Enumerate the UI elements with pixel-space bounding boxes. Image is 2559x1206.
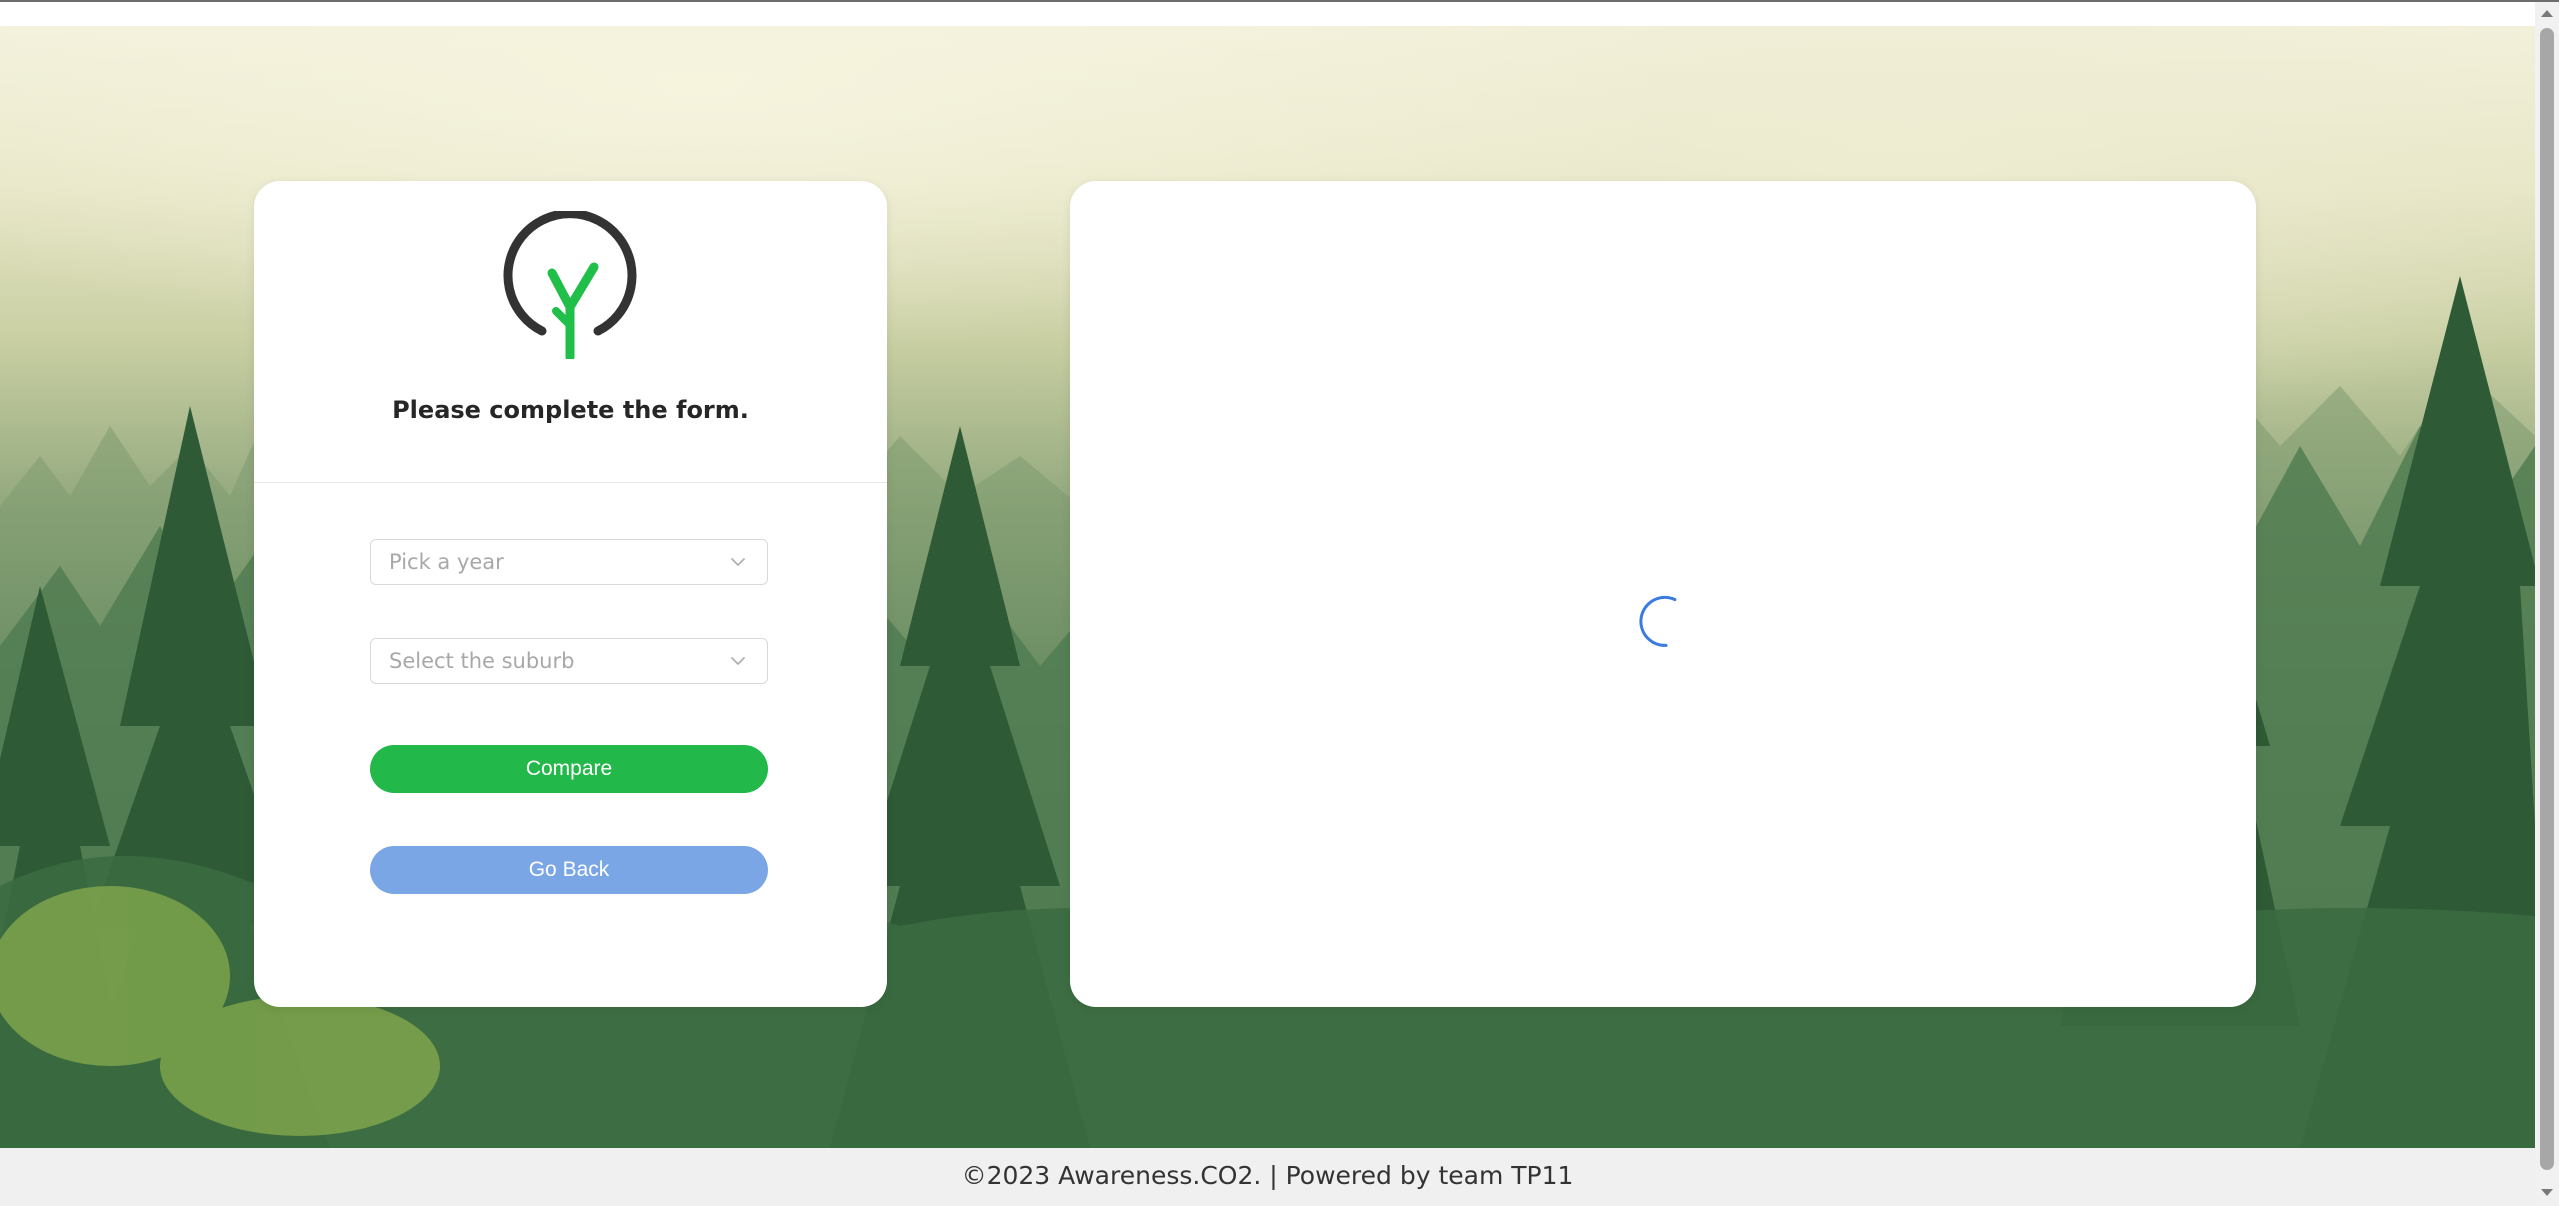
chevron-down-icon (731, 558, 745, 566)
footer-text: ©2023 Awareness.CO2. | Powered by team T… (961, 1161, 1574, 1190)
year-select-placeholder: Pick a year (389, 550, 504, 574)
page-viewport: Please complete the form. Pick a year Se… (0, 2, 2535, 1206)
compare-button[interactable]: Compare (370, 745, 768, 793)
year-select[interactable]: Pick a year (370, 539, 768, 585)
page-footer: ©2023 Awareness.CO2. | Powered by team T… (0, 1148, 2535, 1206)
loading-spinner-icon (1639, 595, 1677, 647)
go-back-button[interactable]: Go Back (370, 846, 768, 894)
form-title: Please complete the form. (392, 396, 749, 424)
suburb-select-placeholder: Select the suburb (389, 649, 575, 673)
suburb-select[interactable]: Select the suburb (370, 638, 768, 684)
vertical-scrollbar[interactable] (2535, 2, 2559, 1206)
scrollbar-thumb[interactable] (2540, 28, 2554, 1170)
chevron-down-icon (731, 657, 745, 665)
scroll-up-icon[interactable] (2541, 10, 2553, 17)
results-card (1070, 181, 2256, 1007)
form-card: Please complete the form. Pick a year Se… (254, 181, 887, 1007)
tree-logo-icon (503, 211, 637, 359)
scroll-down-icon[interactable] (2541, 1189, 2553, 1196)
form-divider (254, 482, 887, 483)
